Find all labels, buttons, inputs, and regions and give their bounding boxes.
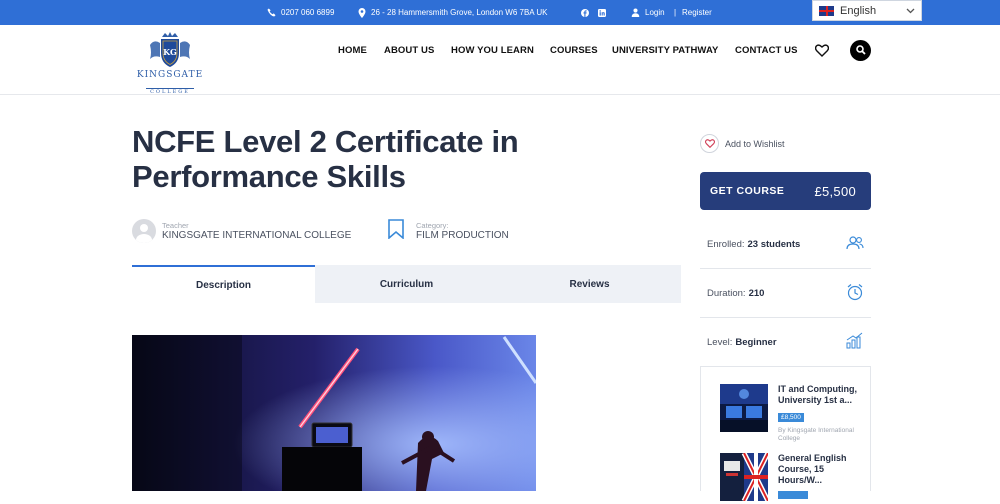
nav-about-us[interactable]: ABOUT US xyxy=(384,45,434,56)
facebook-link[interactable] xyxy=(580,0,589,25)
brand-sub: COLLEGE xyxy=(146,88,194,95)
login-label: Login xyxy=(645,8,665,17)
facebook-icon xyxy=(580,8,589,17)
phone-contact[interactable]: 0207 060 6899 xyxy=(267,0,334,25)
linkedin-icon xyxy=(597,8,606,17)
tab-curriculum[interactable]: Curriculum xyxy=(315,265,498,303)
register-label: Register xyxy=(682,8,712,17)
enrolled-label: Enrolled: xyxy=(707,238,745,250)
course-image xyxy=(132,335,536,491)
crest-icon: KG xyxy=(150,32,190,67)
site-logo[interactable]: KG KINGSGATE COLLEGE xyxy=(132,31,208,95)
linkedin-link[interactable] xyxy=(597,0,606,25)
category-label: Category: xyxy=(416,221,449,230)
level-row: Level: Beginner xyxy=(700,318,871,367)
phone-icon xyxy=(267,8,276,17)
brand-name: KINGSGATE xyxy=(136,70,204,80)
level-value: Beginner xyxy=(735,336,777,348)
level-label: Level: xyxy=(707,336,733,348)
course-tabs: Description Curriculum Reviews xyxy=(132,265,681,303)
topbar-separator: | xyxy=(674,8,677,17)
enrolled-value: 23 students xyxy=(747,238,801,250)
category-name[interactable]: FILM PRODUCTION xyxy=(416,230,509,242)
address-text: 26 - 28 Hammersmith Grove, London W6 7BA… xyxy=(371,8,548,17)
list-item[interactable]: General English Course, 15 Hours/W... xyxy=(720,453,868,504)
chevron-down-icon xyxy=(906,6,915,16)
enrolled-row: Enrolled: 23 students xyxy=(700,220,871,269)
bookmark-icon xyxy=(388,219,404,244)
get-course-button[interactable]: GET COURSE £5,500 xyxy=(700,172,871,210)
duration-row: Duration: 210 xyxy=(700,269,871,318)
course-thumbnail xyxy=(720,453,768,501)
login-link[interactable]: Login xyxy=(631,0,665,25)
duration-label: Duration: xyxy=(707,287,746,299)
related-title: IT and Computing, University 1st a... xyxy=(778,384,857,405)
language-value: English xyxy=(840,4,877,17)
tab-description[interactable]: Description xyxy=(132,265,315,303)
nav-courses[interactable]: COURSES xyxy=(550,45,598,56)
get-course-label: GET COURSE xyxy=(710,185,785,197)
bar-chart-icon xyxy=(846,332,864,352)
add-to-wishlist[interactable]: Add to Wishlist xyxy=(700,134,785,153)
wishlist-heart-icon[interactable] xyxy=(814,44,830,62)
tab-reviews[interactable]: Reviews xyxy=(498,265,681,303)
user-icon xyxy=(631,8,640,17)
related-price xyxy=(778,491,808,499)
related-courses: IT and Computing, University 1st a... £8… xyxy=(700,366,871,501)
nav-home[interactable]: HOME xyxy=(338,45,367,56)
top-bar: 0207 060 6899 26 - 28 Hammersmith Grove,… xyxy=(0,0,1000,25)
address-contact[interactable]: 26 - 28 Hammersmith Grove, London W6 7BA… xyxy=(357,0,548,25)
list-item[interactable]: IT and Computing, University 1st a... £8… xyxy=(720,384,868,443)
avatar xyxy=(132,219,156,243)
related-title: General English Course, 15 Hours/W... xyxy=(778,453,847,485)
teacher-label: Teacher xyxy=(162,220,189,230)
alarm-clock-icon xyxy=(846,283,864,304)
search-icon xyxy=(855,42,866,60)
site-header: KG KINGSGATE COLLEGE HOME ABOUT US HOW Y… xyxy=(0,25,1000,95)
search-button[interactable] xyxy=(850,40,871,61)
nav-how-you-learn[interactable]: HOW YOU LEARN xyxy=(451,45,534,56)
course-price: £5,500 xyxy=(814,183,856,199)
duration-value: 210 xyxy=(748,287,765,299)
teacher-meta: Teacher KINGSGATE INTERNATIONAL COLLEGE xyxy=(132,219,351,243)
heart-icon xyxy=(700,134,719,153)
category-meta: Category: FILM PRODUCTION xyxy=(388,219,509,244)
nav-contact-us[interactable]: CONTACT US xyxy=(735,45,798,56)
phone-number: 0207 060 6899 xyxy=(281,8,335,17)
related-price: £8,500 xyxy=(778,413,804,422)
users-icon xyxy=(846,235,864,253)
language-select[interactable]: English xyxy=(812,0,922,21)
uk-flag-icon xyxy=(819,5,834,16)
wishlist-label: Add to Wishlist xyxy=(725,138,785,149)
teacher-name[interactable]: KINGSGATE INTERNATIONAL COLLEGE xyxy=(162,230,351,242)
register-link[interactable]: Register xyxy=(682,0,712,25)
svg-text:KG: KG xyxy=(163,47,177,57)
course-thumbnail xyxy=(720,384,768,432)
nav-university-pathway[interactable]: UNIVERSITY PATHWAY xyxy=(612,45,719,56)
map-pin-icon xyxy=(357,7,366,18)
page-title: NCFE Level 2 Certificate in Performance … xyxy=(132,124,519,194)
related-author: By Kingsgate International College xyxy=(778,427,854,442)
